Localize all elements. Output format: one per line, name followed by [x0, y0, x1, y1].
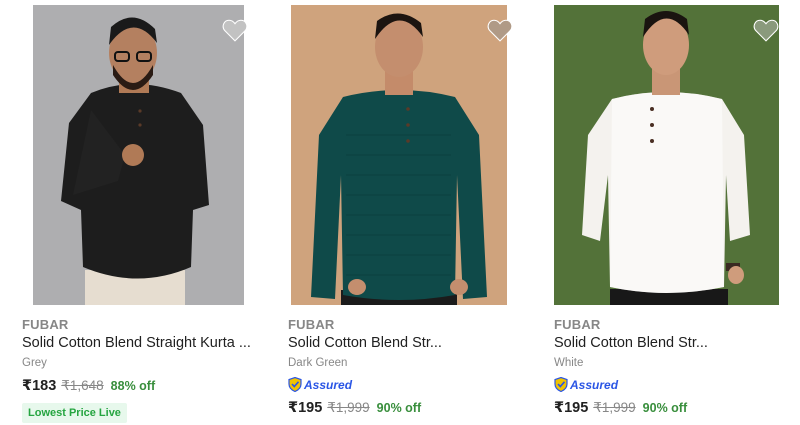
lowest-price-badge: Lowest Price Live [22, 403, 127, 423]
assured-shield-icon [554, 377, 568, 392]
assured-badge: Assured [554, 377, 618, 392]
assured-badge: Assured [288, 377, 352, 392]
original-price: ₹1,999 [593, 400, 636, 415]
price-row: ₹195 ₹1,999 90% off [288, 400, 421, 416]
product-image[interactable] [554, 5, 779, 305]
product-brand: FUBAR [288, 317, 335, 332]
selling-price: ₹195 [288, 400, 323, 416]
selling-price: ₹183 [22, 378, 57, 394]
product-card[interactable]: FUBAR Solid Cotton Blend Straight Kurta … [22, 0, 272, 425]
selling-price: ₹195 [554, 400, 589, 416]
discount-percent: 90% off [376, 401, 422, 415]
assured-label: Assured [570, 377, 619, 392]
product-brand: FUBAR [22, 317, 69, 332]
heart-icon[interactable] [487, 18, 513, 42]
heart-icon[interactable] [222, 18, 248, 42]
product-card[interactable]: FUBAR Solid Cotton Blend Str... White As… [554, 0, 800, 425]
product-card[interactable]: FUBAR Solid Cotton Blend Str... Dark Gre… [288, 0, 538, 425]
discount-percent: 88% off [110, 379, 156, 393]
product-title[interactable]: Solid Cotton Blend Str... [554, 335, 708, 351]
original-price: ₹1,648 [61, 378, 104, 393]
product-image[interactable] [33, 5, 244, 305]
price-row: ₹195 ₹1,999 90% off [554, 400, 687, 416]
price-row: ₹183 ₹1,648 88% off [22, 378, 155, 394]
product-image[interactable] [291, 5, 507, 305]
product-title[interactable]: Solid Cotton Blend Str... [288, 335, 442, 351]
assured-shield-icon [288, 377, 302, 392]
product-color: White [554, 357, 584, 369]
discount-percent: 90% off [642, 401, 688, 415]
original-price: ₹1,999 [327, 400, 370, 415]
product-color: Grey [22, 357, 47, 369]
product-title[interactable]: Solid Cotton Blend Straight Kurta ... [22, 335, 251, 351]
product-color: Dark Green [288, 357, 348, 369]
assured-label: Assured [304, 377, 353, 392]
product-brand: FUBAR [554, 317, 601, 332]
heart-icon[interactable] [753, 18, 779, 42]
